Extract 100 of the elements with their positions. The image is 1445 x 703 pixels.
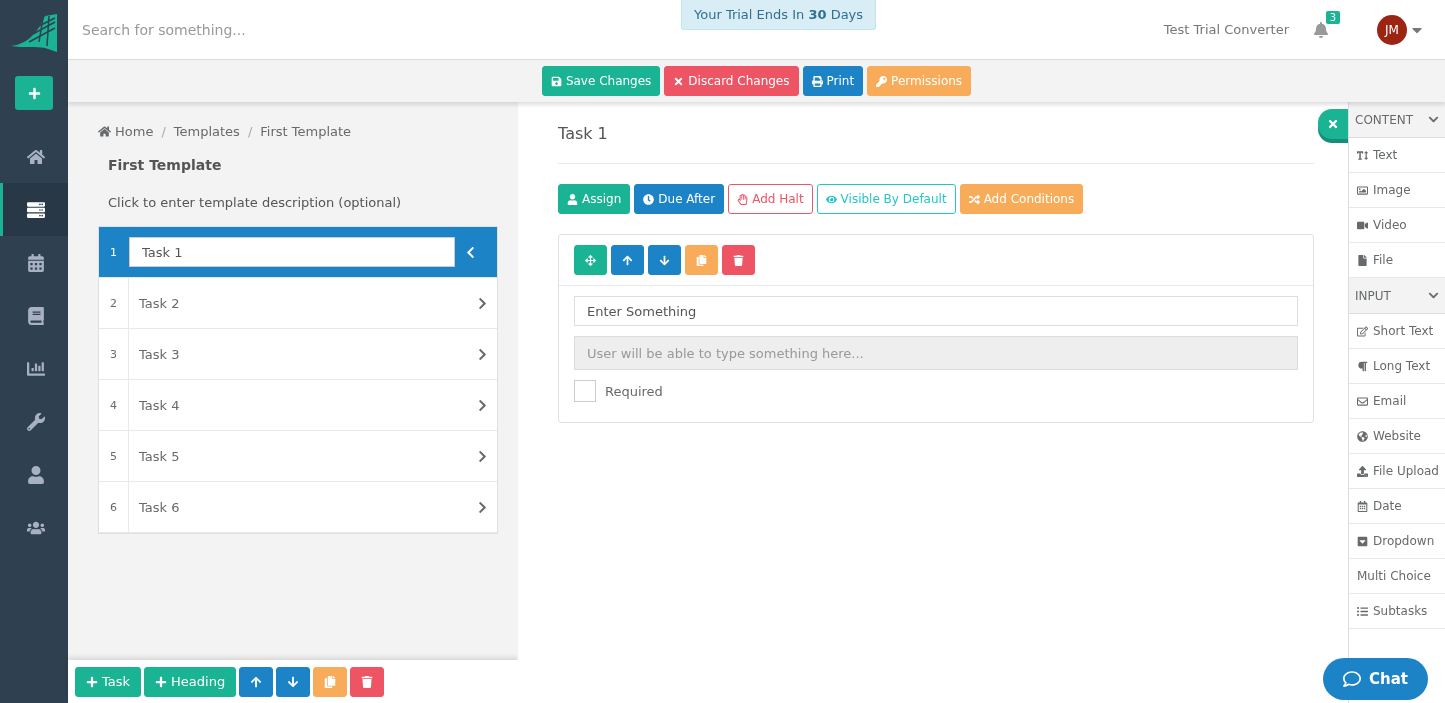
breadcrumb-link[interactable]: Templates [173, 124, 240, 139]
nav-item[interactable] [0, 183, 68, 236]
arrow-up-icon [250, 675, 263, 688]
arrow-down-icon [287, 675, 300, 688]
palette-item[interactable]: Video [1349, 208, 1445, 243]
label-field[interactable]: Enter Something [574, 296, 1298, 326]
notification-count: 3 [1325, 10, 1340, 24]
task-row[interactable]: 3 Task 3 [99, 329, 497, 380]
chat-button[interactable]: Chat [1323, 658, 1428, 700]
home-icon [26, 147, 45, 166]
copy-icon [324, 675, 337, 688]
task-name-field[interactable]: Task 1 [129, 237, 455, 267]
add-halt-button[interactable]: Add Halt [728, 184, 813, 214]
palette-heading: INPUT [1355, 288, 1391, 303]
breadcrumb-link[interactable]: Home [98, 124, 154, 139]
task-title: Task 1 [558, 124, 1314, 164]
task-name: Task 6 [138, 499, 181, 515]
palette-item[interactable]: Date [1349, 489, 1445, 524]
globe-icon [1357, 430, 1368, 442]
palette-item[interactable]: Long Text [1349, 349, 1445, 384]
dropdown-icon [1357, 535, 1368, 547]
edit-icon [1357, 325, 1368, 337]
palette-item[interactable]: File Upload [1349, 454, 1445, 489]
file-icon [1357, 254, 1368, 266]
plus-icon [155, 675, 168, 688]
move-up-button[interactable] [239, 666, 274, 697]
task-name: Task 5 [138, 448, 181, 464]
paragraph-icon [1357, 360, 1368, 372]
template-title[interactable]: First Template [98, 157, 498, 173]
trash-icon [361, 675, 374, 688]
eye-icon [825, 193, 837, 205]
calendar-icon [26, 253, 45, 272]
breadcrumb-separator: / [247, 124, 253, 139]
user-icon [567, 193, 578, 205]
task-number: 5 [99, 431, 129, 481]
task-name: Task 3 [138, 346, 181, 362]
task-number: 6 [99, 482, 129, 532]
move-down-button[interactable] [648, 245, 681, 275]
move-button[interactable] [574, 245, 607, 275]
task-number: 3 [99, 329, 129, 379]
discard-button[interactable]: Discard Changes [664, 66, 799, 96]
upload-icon [1357, 465, 1368, 477]
answer-field: User will be able to type something here... [574, 336, 1298, 370]
task-name: Task 2 [138, 295, 181, 311]
palette-item[interactable]: Subtasks [1349, 594, 1445, 629]
calendar-icon [1357, 500, 1368, 512]
server-icon [26, 200, 45, 219]
task-row[interactable]: 1 Task 1 [99, 227, 497, 278]
required-checkbox[interactable] [574, 380, 596, 402]
task-number: 4 [99, 380, 129, 430]
text-icon [1357, 149, 1368, 161]
print-button[interactable]: Print [802, 66, 864, 96]
move-up-button[interactable] [611, 245, 644, 275]
user-icon [26, 465, 45, 484]
plus-icon [86, 675, 98, 688]
video-camera-icon [1357, 219, 1368, 231]
palette-item[interactable]: Dropdown [1349, 524, 1445, 559]
task-row[interactable]: 5 Task 5 [99, 431, 497, 482]
user-name[interactable]: Test Trial Converter [1163, 22, 1289, 37]
hand-icon [737, 193, 749, 205]
task-row[interactable]: 2 Task 2 [99, 278, 497, 329]
palette-item[interactable]: Multi Choice [1349, 559, 1445, 594]
palette-item[interactable]: Short Text [1349, 314, 1445, 349]
list-icon [1357, 605, 1368, 617]
arrow-up-icon [622, 254, 633, 266]
due-after-button[interactable]: Due After [634, 184, 725, 214]
arrow-down-icon [659, 254, 670, 266]
task-row[interactable]: 6 Task 6 [99, 482, 497, 533]
copy-icon [696, 254, 707, 266]
task-number: 2 [99, 278, 129, 328]
speech-bubble-icon [1343, 670, 1361, 688]
bar-chart-icon [26, 359, 45, 378]
delete-button[interactable] [350, 666, 385, 697]
image-icon [1357, 184, 1368, 196]
home-icon [98, 125, 111, 138]
checkbox-label: Required [605, 383, 663, 399]
task-row[interactable]: 4 Task 4 [99, 380, 497, 431]
chevron-down-icon[interactable] [1428, 290, 1439, 301]
trash-icon [733, 254, 744, 266]
bell-icon[interactable] [1313, 21, 1329, 38]
breadcrumb-link[interactable]: First Template [260, 124, 352, 139]
key-icon [876, 75, 888, 87]
chevron-down-icon[interactable] [1428, 114, 1439, 125]
trial-banner: Your Trial Ends In 30 Days [681, 0, 877, 30]
wrench-icon [26, 412, 45, 431]
close-icon [1327, 118, 1339, 130]
palette-item[interactable]: Image [1349, 173, 1445, 208]
palette-item[interactable]: Email [1349, 384, 1445, 419]
delete-button[interactable] [722, 245, 755, 275]
plus-icon [27, 86, 41, 100]
printer-icon [811, 75, 823, 87]
save-icon [550, 75, 562, 87]
move-down-button[interactable] [276, 666, 311, 697]
palette-item[interactable]: Text [1349, 138, 1445, 173]
avatar[interactable]: JM [1377, 14, 1407, 45]
palette-item[interactable]: Website [1349, 419, 1445, 454]
clock-icon [643, 193, 655, 205]
add-button[interactable] [15, 76, 53, 110]
shuffle-icon [968, 193, 980, 205]
template-description[interactable]: Click to enter template description (optional) [98, 195, 498, 210]
